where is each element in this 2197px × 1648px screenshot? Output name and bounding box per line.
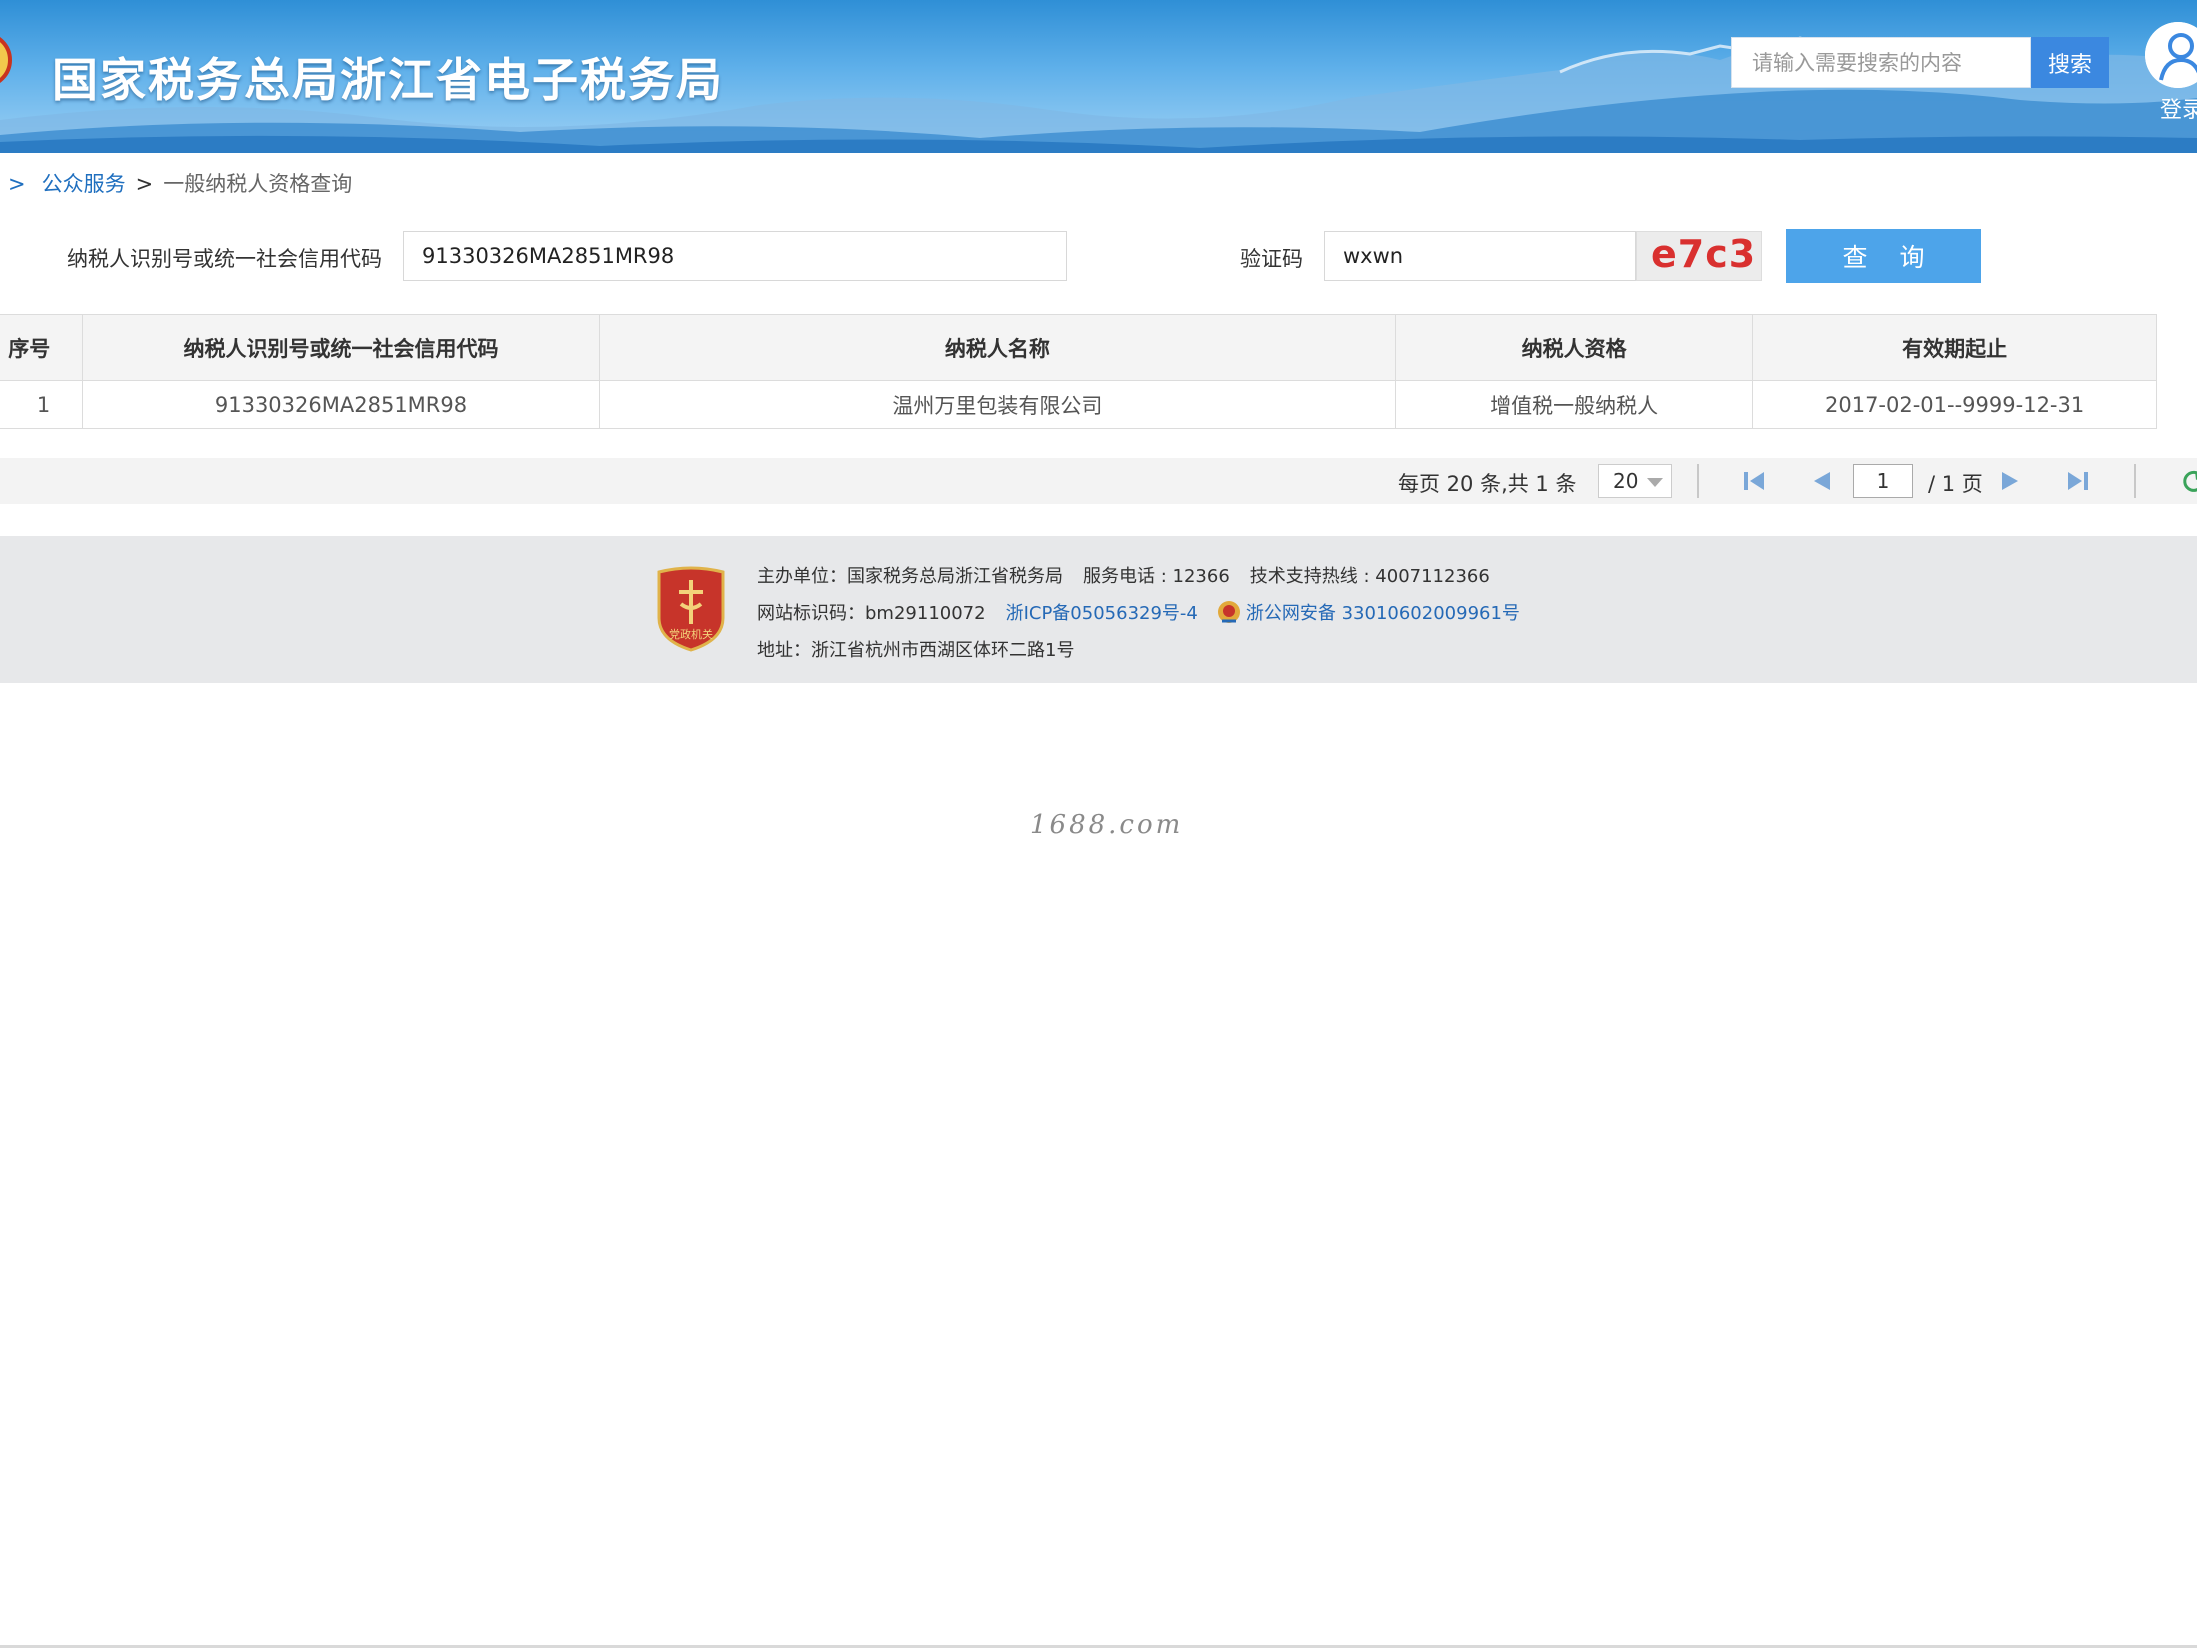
site-search-button[interactable]: 搜索 — [2031, 37, 2109, 88]
results-table: 序号 纳税人识别号或统一社会信用代码 纳税人名称 纳税人资格 有效期起止 1 9… — [0, 314, 2157, 429]
login-label: 登录 — [2160, 98, 2197, 123]
pagination-summary: 每页 20 条,共 1 条 — [1398, 472, 1577, 496]
site-title: 国家税务总局浙江省电子税务局 — [52, 53, 724, 107]
site-header: 国家税务总局浙江省电子税务局 搜索 登录 — [0, 0, 2197, 153]
site-search-input[interactable] — [1731, 37, 2031, 88]
captcha-text: e7c3 — [1651, 232, 1757, 276]
next-page-icon[interactable] — [1998, 468, 2024, 494]
footer-address: 地址：浙江省杭州市西湖区体环二路1号 — [757, 640, 1075, 661]
breadcrumb-public-service[interactable]: 公众服务 — [42, 172, 126, 196]
total-pages: / 1 页 — [1928, 472, 1983, 496]
footer-icp-link[interactable]: 浙ICP备05056329号-4 — [1006, 603, 1198, 624]
footer-support-hotline: 技术支持热线 : 4007112366 — [1249, 566, 1490, 587]
footer-line-host: 主办单位：国家税务总局浙江省税务局 服务电话 : 12366 技术支持热线 : 40… — [757, 562, 1490, 588]
chevron-down-icon — [1647, 478, 1663, 487]
cell-qualification: 增值税一般纳税人 — [1395, 380, 1754, 429]
taxpayer-id-label: 纳税人识别号或统一社会信用代码 — [67, 247, 382, 271]
user-avatar-icon — [2145, 22, 2197, 88]
breadcrumb-separator: > — [135, 172, 154, 196]
footer-site-code: 网站标识码：bm29110072 — [757, 603, 986, 624]
site-footer: 党政机关 主办单位：国家税务总局浙江省税务局 服务电话 : 12366 技术支持热线… — [0, 536, 2197, 683]
captcha-input[interactable] — [1324, 231, 1636, 281]
captcha-label: 验证码 — [1240, 247, 1303, 271]
login-button[interactable]: 登录 — [2145, 22, 2197, 123]
breadcrumb: > 公众服务 > 一般纳税人资格查询 — [6, 168, 352, 198]
cell-taxpayer-id: 91330326MA2851MR98 — [82, 380, 600, 429]
refresh-icon[interactable] — [2181, 468, 2197, 494]
prev-page-icon[interactable] — [1808, 468, 1834, 494]
police-badge-icon — [1217, 601, 1240, 623]
divider — [2134, 464, 2136, 498]
cell-index: 1 — [0, 380, 84, 429]
column-header-index: 序号 — [0, 314, 84, 381]
footer-service-phone: 服务电话 : 12366 — [1083, 566, 1230, 587]
table-header-row: 序号 纳税人识别号或统一社会信用代码 纳税人名称 纳税人资格 有效期起止 — [0, 314, 2157, 381]
table-row: 1 91330326MA2851MR98 温州万里包装有限公司 增值税一般纳税人… — [0, 380, 2157, 429]
column-header-taxpayer-id: 纳税人识别号或统一社会信用代码 — [82, 314, 600, 381]
taxpayer-id-input[interactable] — [403, 231, 1067, 281]
cell-taxpayer-name: 温州万里包装有限公司 — [598, 380, 1397, 429]
page-size-select[interactable]: 20 — [1598, 464, 1672, 498]
current-page-input[interactable] — [1853, 464, 1913, 498]
column-header-validity: 有效期起止 — [1752, 314, 2157, 381]
pagination-bar: 每页 20 条,共 1 条 20 / 1 页 — [0, 458, 2197, 504]
footer-host: 主办单位：国家税务总局浙江省税务局 — [757, 566, 1063, 587]
divider — [1697, 464, 1699, 498]
footer-line-records: 网站标识码：bm29110072 浙ICP备05056329号-4 浙公网安备 33… — [757, 599, 1520, 625]
captcha-image[interactable]: e7c3 — [1636, 231, 1762, 281]
footer-police-record-link[interactable]: 浙公网安备 33010602009961号 — [1246, 603, 1520, 624]
last-page-icon[interactable] — [2065, 468, 2091, 494]
national-emblem-icon — [0, 37, 12, 83]
government-site-badge[interactable]: 党政机关 — [655, 566, 727, 652]
first-page-icon[interactable] — [1741, 468, 1767, 494]
page-size-value: 20 — [1613, 469, 1639, 493]
column-header-qualification: 纳税人资格 — [1395, 314, 1754, 381]
cell-validity: 2017-02-01--9999-12-31 — [1752, 380, 2157, 429]
breadcrumb-separator: > — [8, 172, 26, 196]
watermark: 1688.com — [1030, 810, 1184, 840]
column-header-taxpayer-name: 纳税人名称 — [598, 314, 1397, 381]
query-button[interactable]: 查 询 — [1786, 229, 1981, 283]
breadcrumb-current-page: 一般纳税人资格查询 — [163, 172, 353, 196]
badge-text: 党政机关 — [669, 627, 713, 641]
